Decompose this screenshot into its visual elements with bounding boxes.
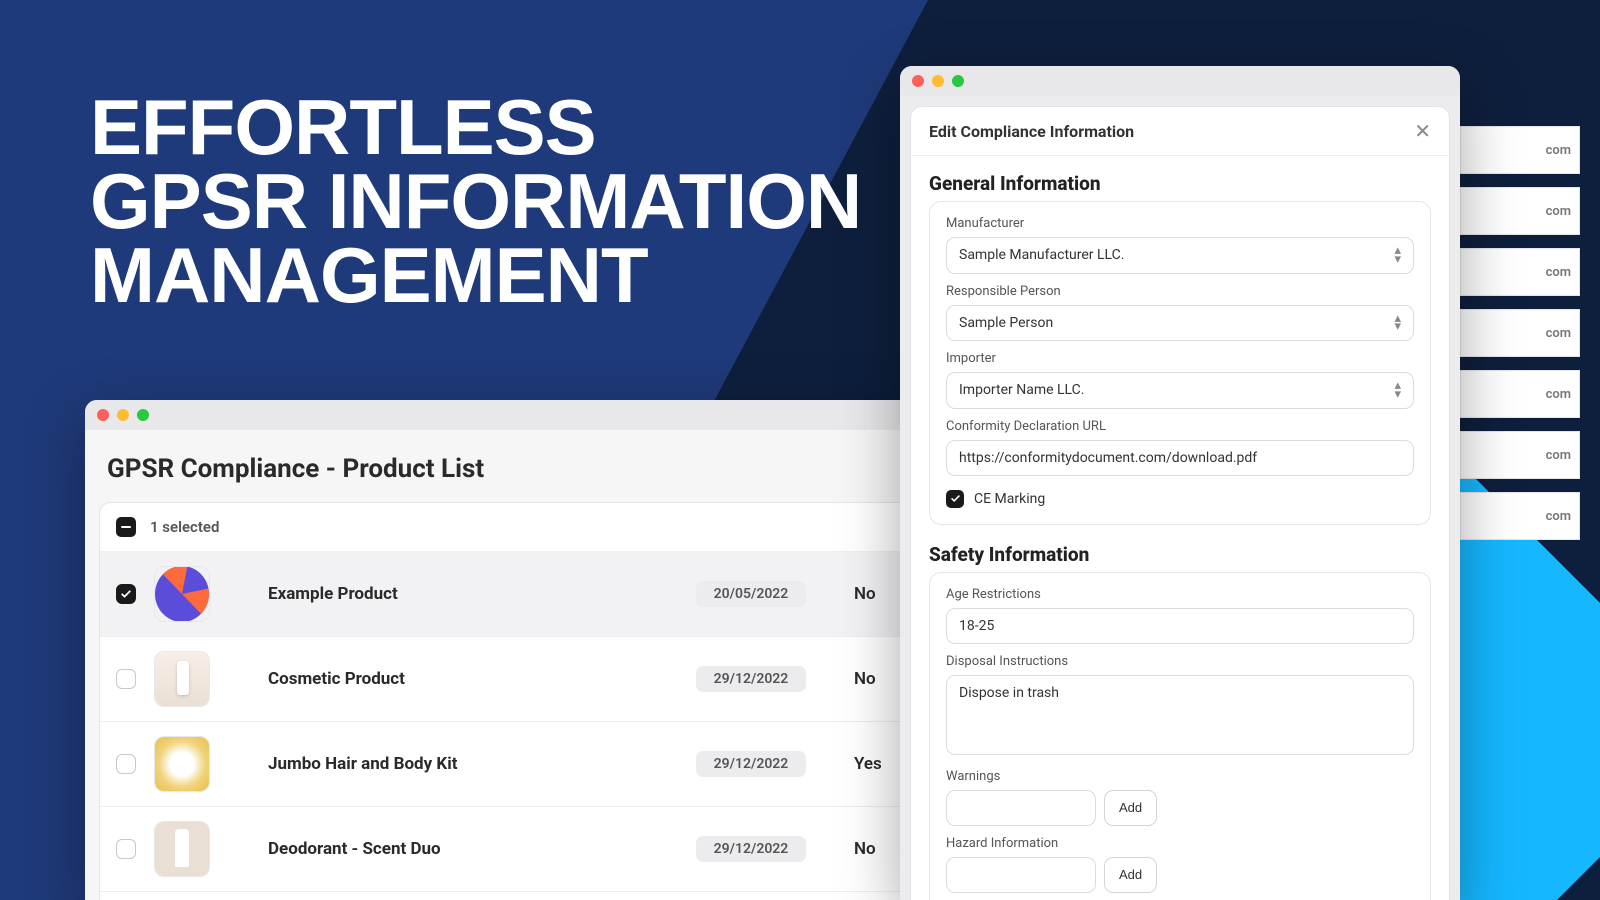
age-label: Age Restrictions [946,587,1414,602]
safety-info-block: Age Restrictions Disposal Instructions W… [929,572,1431,900]
traffic-light-max-icon[interactable] [137,409,149,421]
select-all-checkbox[interactable] [116,517,136,537]
responsible-label: Responsible Person [946,284,1414,299]
bg-row-peek: com [1460,248,1580,296]
select-value: Importer Name LLC. [959,382,1084,398]
manufacturer-label: Manufacturer [946,216,1414,231]
list-header: 1 selected [100,503,950,552]
marketing-headline: EFFORTLESS GPSR INFORMATION MANAGEMENT [90,90,861,312]
headline-line: EFFORTLESS [90,90,861,164]
bg-row-peek: com [1460,492,1580,540]
table-row[interactable]: Cosmetic Product 29/12/2022 No [100,637,950,722]
warnings-add-button[interactable]: Add [1104,790,1157,826]
ce-marking-checkbox[interactable] [946,490,964,508]
conformity-label: Conformity Declaration URL [946,419,1414,434]
select-value: Sample Manufacturer LLC. [959,247,1124,263]
traffic-light-close-icon[interactable] [97,409,109,421]
chevron-updown-icon: ▴▾ [1394,382,1401,399]
traffic-light-min-icon[interactable] [932,75,944,87]
warnings-input[interactable] [946,790,1096,826]
disposal-label: Disposal Instructions [946,654,1414,669]
importer-select[interactable]: Importer Name LLC. ▴▾ [946,372,1414,409]
row-checkbox[interactable] [116,669,136,689]
bg-row-peek: com [1460,370,1580,418]
ce-marking-label: CE Marking [974,491,1045,507]
product-thumbnail [154,566,210,622]
bg-row-peek: com [1460,187,1580,235]
page-title: GPSR Compliance - Product List [85,448,965,502]
traffic-light-max-icon[interactable] [952,75,964,87]
headline-line: GPSR INFORMATION [90,164,861,238]
general-info-block: Manufacturer Sample Manufacturer LLC. ▴▾… [929,201,1431,525]
disposal-instructions-input[interactable] [946,675,1414,755]
product-date: 20/05/2022 [696,581,806,607]
edit-compliance-window: Edit Compliance Information ✕ General In… [900,66,1460,900]
bg-row-peek: com [1460,309,1580,357]
manufacturer-select[interactable]: Sample Manufacturer LLC. ▴▾ [946,237,1414,274]
row-checkbox[interactable] [116,584,136,604]
hazard-add-button[interactable]: Add [1104,857,1157,893]
conformity-url-input[interactable] [946,440,1414,476]
section-general-heading: General Information [929,172,1431,195]
bg-row-peek: com [1460,431,1580,479]
bg-row-peek: com [1460,126,1580,174]
chevron-updown-icon: ▴▾ [1394,247,1401,264]
product-thumbnail [154,651,210,707]
modal-title: Edit Compliance Information [929,122,1134,141]
warnings-label: Warnings [946,769,1414,784]
section-safety-heading: Safety Information [929,543,1431,566]
selected-count: 1 selected [150,518,219,536]
hazard-label: Hazard Information [946,836,1414,851]
responsible-select[interactable]: Sample Person ▴▾ [946,305,1414,342]
product-date: 29/12/2022 [696,666,806,692]
hazard-input[interactable] [946,857,1096,893]
titlebar [900,66,1460,96]
product-name: Example Product [228,584,678,604]
table-row[interactable] [100,892,950,900]
traffic-light-close-icon[interactable] [912,75,924,87]
headline-line: MANAGEMENT [90,238,861,312]
product-thumbnail [154,736,210,792]
traffic-light-min-icon[interactable] [117,409,129,421]
select-value: Sample Person [959,315,1053,331]
product-date: 29/12/2022 [696,751,806,777]
table-row[interactable]: Deodorant - Scent Duo 29/12/2022 No [100,807,950,892]
row-checkbox[interactable] [116,839,136,859]
close-icon[interactable]: ✕ [1414,121,1431,141]
product-name: Cosmetic Product [228,669,678,689]
product-thumbnail [154,821,210,877]
age-restrictions-input[interactable] [946,608,1414,644]
chevron-updown-icon: ▴▾ [1394,315,1401,332]
titlebar [85,400,965,430]
importer-label: Importer [946,351,1414,366]
row-checkbox[interactable] [116,754,136,774]
product-date: 29/12/2022 [696,836,806,862]
product-name: Deodorant - Scent Duo [228,839,678,859]
table-row[interactable]: Jumbo Hair and Body Kit 29/12/2022 Yes [100,722,950,807]
table-row[interactable]: Example Product 20/05/2022 No [100,552,950,637]
product-name: Jumbo Hair and Body Kit [228,754,678,774]
product-list-window: GPSR Compliance - Product List 1 selecte… [85,400,965,900]
